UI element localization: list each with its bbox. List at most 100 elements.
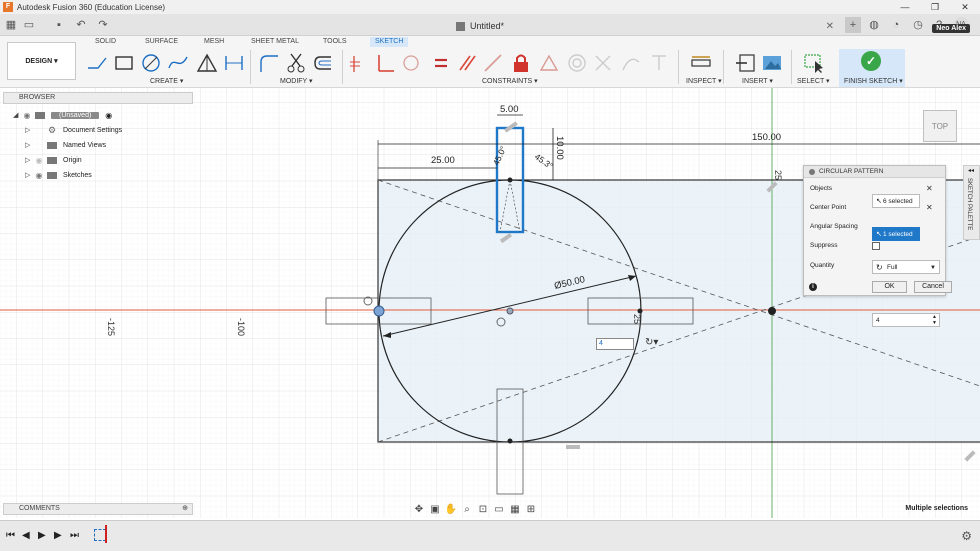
parallel-constraint-icon[interactable] <box>456 52 478 74</box>
expand-icon[interactable]: ▷ <box>25 126 33 134</box>
viewports-icon[interactable]: ⊞ <box>524 503 538 517</box>
visibility-eye-icon[interactable]: ◉ <box>33 171 45 180</box>
add-comment-icon[interactable]: ⊕ <box>182 504 188 514</box>
line-tool-icon[interactable] <box>86 52 108 74</box>
redo-icon[interactable]: ↷ <box>96 18 110 32</box>
grid-menu-icon[interactable]: ▦ <box>4 18 18 32</box>
finish-sketch-button[interactable]: ✓ FINISH SKETCH ▾ <box>839 49 905 87</box>
dialog-header[interactable]: CIRCULAR PATTERN <box>804 166 945 178</box>
center-point[interactable] <box>506 307 514 315</box>
sketch-point[interactable] <box>507 438 513 444</box>
dimension-text-150[interactable]: 150.00 <box>752 132 781 143</box>
expand-palette-icon[interactable]: ◂◂ <box>968 167 974 174</box>
tab-solid[interactable]: SOLID <box>95 38 116 45</box>
circle-tool-icon[interactable] <box>140 52 162 74</box>
measure-tool-icon[interactable] <box>690 52 712 74</box>
clear-objects-icon[interactable]: ✕ <box>926 184 933 193</box>
polygon-tool-icon[interactable] <box>196 52 218 74</box>
smooth-constraint-icon[interactable] <box>620 52 642 74</box>
angular-spacing-dropdown[interactable]: ↻ Full ▼ <box>872 260 940 274</box>
spline-tool-icon[interactable] <box>167 52 189 74</box>
user-name-badge[interactable]: Neo Alex <box>932 24 970 33</box>
browser-item-document-settings[interactable]: ▷ ⚙ Document Settings <box>25 124 122 136</box>
tab-tools[interactable]: TOOLS <box>323 38 347 45</box>
tangent-constraint-icon[interactable] <box>400 52 422 74</box>
concentric-constraint-icon[interactable] <box>566 52 588 74</box>
data-panel-icon[interactable]: ◍ <box>866 17 882 33</box>
create-group-label[interactable]: CREATE ▾ <box>150 77 183 85</box>
symmetry-constraint-icon[interactable] <box>592 52 614 74</box>
fit-icon[interactable]: ⊡ <box>476 503 490 517</box>
look-at-icon[interactable]: ▣ <box>428 503 442 517</box>
equal-constraint-icon[interactable] <box>430 52 452 74</box>
sketch-point-selected[interactable] <box>373 305 385 317</box>
workspace-dropdown[interactable]: DESIGN ▾ <box>7 42 76 80</box>
timeline-settings-gear-icon[interactable]: ⚙ <box>961 529 972 543</box>
inspect-group-label[interactable]: INSPECT ▾ <box>686 77 722 85</box>
trim-tool-icon[interactable] <box>285 52 307 74</box>
insert-group-label[interactable]: INSERT ▾ <box>742 77 773 85</box>
orbit-icon[interactable]: ✥ <box>412 503 426 517</box>
offset-tool-icon[interactable] <box>311 52 333 74</box>
job-status-icon[interactable]: ◔ <box>888 17 904 33</box>
activate-radio-icon[interactable]: ◉ <box>105 111 112 120</box>
select-group-label[interactable]: SELECT ▾ <box>797 77 830 85</box>
angular-spacing-rotate-icon[interactable]: ↻▾ <box>645 337 658 348</box>
midpoint-constraint-icon[interactable] <box>538 52 560 74</box>
pan-hand-icon[interactable]: ✋ <box>444 503 458 517</box>
quantity-stepper[interactable]: 4 ▲ ▼ <box>872 313 940 327</box>
browser-item-origin[interactable]: ▷ ◉ Origin <box>25 154 82 166</box>
constraints-group-label[interactable]: CONSTRAINTS ▾ <box>482 77 538 85</box>
browser-item-sketches[interactable]: ▷ ◉ Sketches <box>25 169 92 181</box>
origin-point[interactable] <box>768 307 776 315</box>
play-icon[interactable]: ▶ <box>38 530 46 541</box>
spinner-arrows-icon[interactable]: ▲ ▼ <box>932 314 937 326</box>
dimension-text-5[interactable]: 5.00 <box>500 104 519 115</box>
sketch-palette-tab[interactable]: ◂◂ SKETCH PALETTE <box>963 165 980 240</box>
dimension-text-25[interactable]: 25.00 <box>431 155 455 166</box>
collinear-constraint-icon[interactable] <box>482 52 504 74</box>
sketch-point[interactable] <box>637 308 643 314</box>
suppress-checkbox[interactable] <box>872 242 880 250</box>
new-tab-icon[interactable]: + <box>845 17 861 33</box>
fillet-tool-icon[interactable] <box>258 52 280 74</box>
dimension-tool-icon[interactable] <box>223 52 245 74</box>
dimension-text-10[interactable]: 10.00 <box>554 136 565 160</box>
visibility-eye-icon[interactable]: ◉ <box>21 111 33 120</box>
save-icon[interactable]: ▪ <box>52 18 66 32</box>
tab-sketch[interactable]: SKETCH <box>370 37 409 47</box>
tab-surface[interactable]: SURFACE <box>145 38 178 45</box>
coincident-constraint-icon[interactable] <box>348 52 370 74</box>
cancel-button[interactable]: Cancel <box>914 281 952 293</box>
ok-button[interactable]: OK <box>872 281 907 293</box>
go-to-end-icon[interactable]: ⏭ <box>70 530 79 541</box>
grid-settings-icon[interactable]: ▦ <box>508 503 522 517</box>
step-back-icon[interactable]: ◀ <box>22 530 30 541</box>
close-window-button[interactable]: ✕ <box>950 0 980 14</box>
expand-icon[interactable]: ▷ <box>25 141 33 149</box>
insert-image-icon[interactable] <box>761 52 783 74</box>
expand-icon[interactable]: ▷ <box>25 156 33 164</box>
info-icon[interactable]: i <box>809 283 817 291</box>
notification-icon[interactable]: ◷ <box>910 17 926 33</box>
view-cube[interactable]: TOP <box>923 110 957 142</box>
browser-root-item[interactable]: ◢ ◉ (Unsaved) ◉ <box>13 109 112 121</box>
rectangle-tool-icon[interactable] <box>113 52 135 74</box>
modify-group-label[interactable]: MODIFY ▾ <box>280 77 313 85</box>
browser-item-named-views[interactable]: ▷ Named Views <box>25 139 106 151</box>
timeline-sketch-marker[interactable] <box>94 525 107 543</box>
document-tab[interactable]: Untitled* ✕ <box>448 16 838 36</box>
file-icon[interactable]: ▭ <box>22 18 36 32</box>
perpendicular-constraint-icon[interactable] <box>374 52 396 74</box>
objects-selection-button[interactable]: ↖ 6 selected <box>872 194 920 208</box>
browser-header[interactable]: BROWSER <box>3 92 193 104</box>
close-tab-icon[interactable]: ✕ <box>826 21 834 32</box>
maximize-button[interactable]: ❐ <box>920 0 950 14</box>
go-to-start-icon[interactable]: ⏮ <box>6 530 15 541</box>
fix-constraint-icon[interactable] <box>510 52 532 74</box>
tab-mesh[interactable]: MESH <box>204 38 224 45</box>
zoom-icon[interactable]: ⌕ <box>460 503 474 517</box>
undo-icon[interactable]: ↶ <box>74 18 88 32</box>
sketch-point[interactable] <box>507 177 513 183</box>
step-forward-icon[interactable]: ▶ <box>54 530 62 541</box>
